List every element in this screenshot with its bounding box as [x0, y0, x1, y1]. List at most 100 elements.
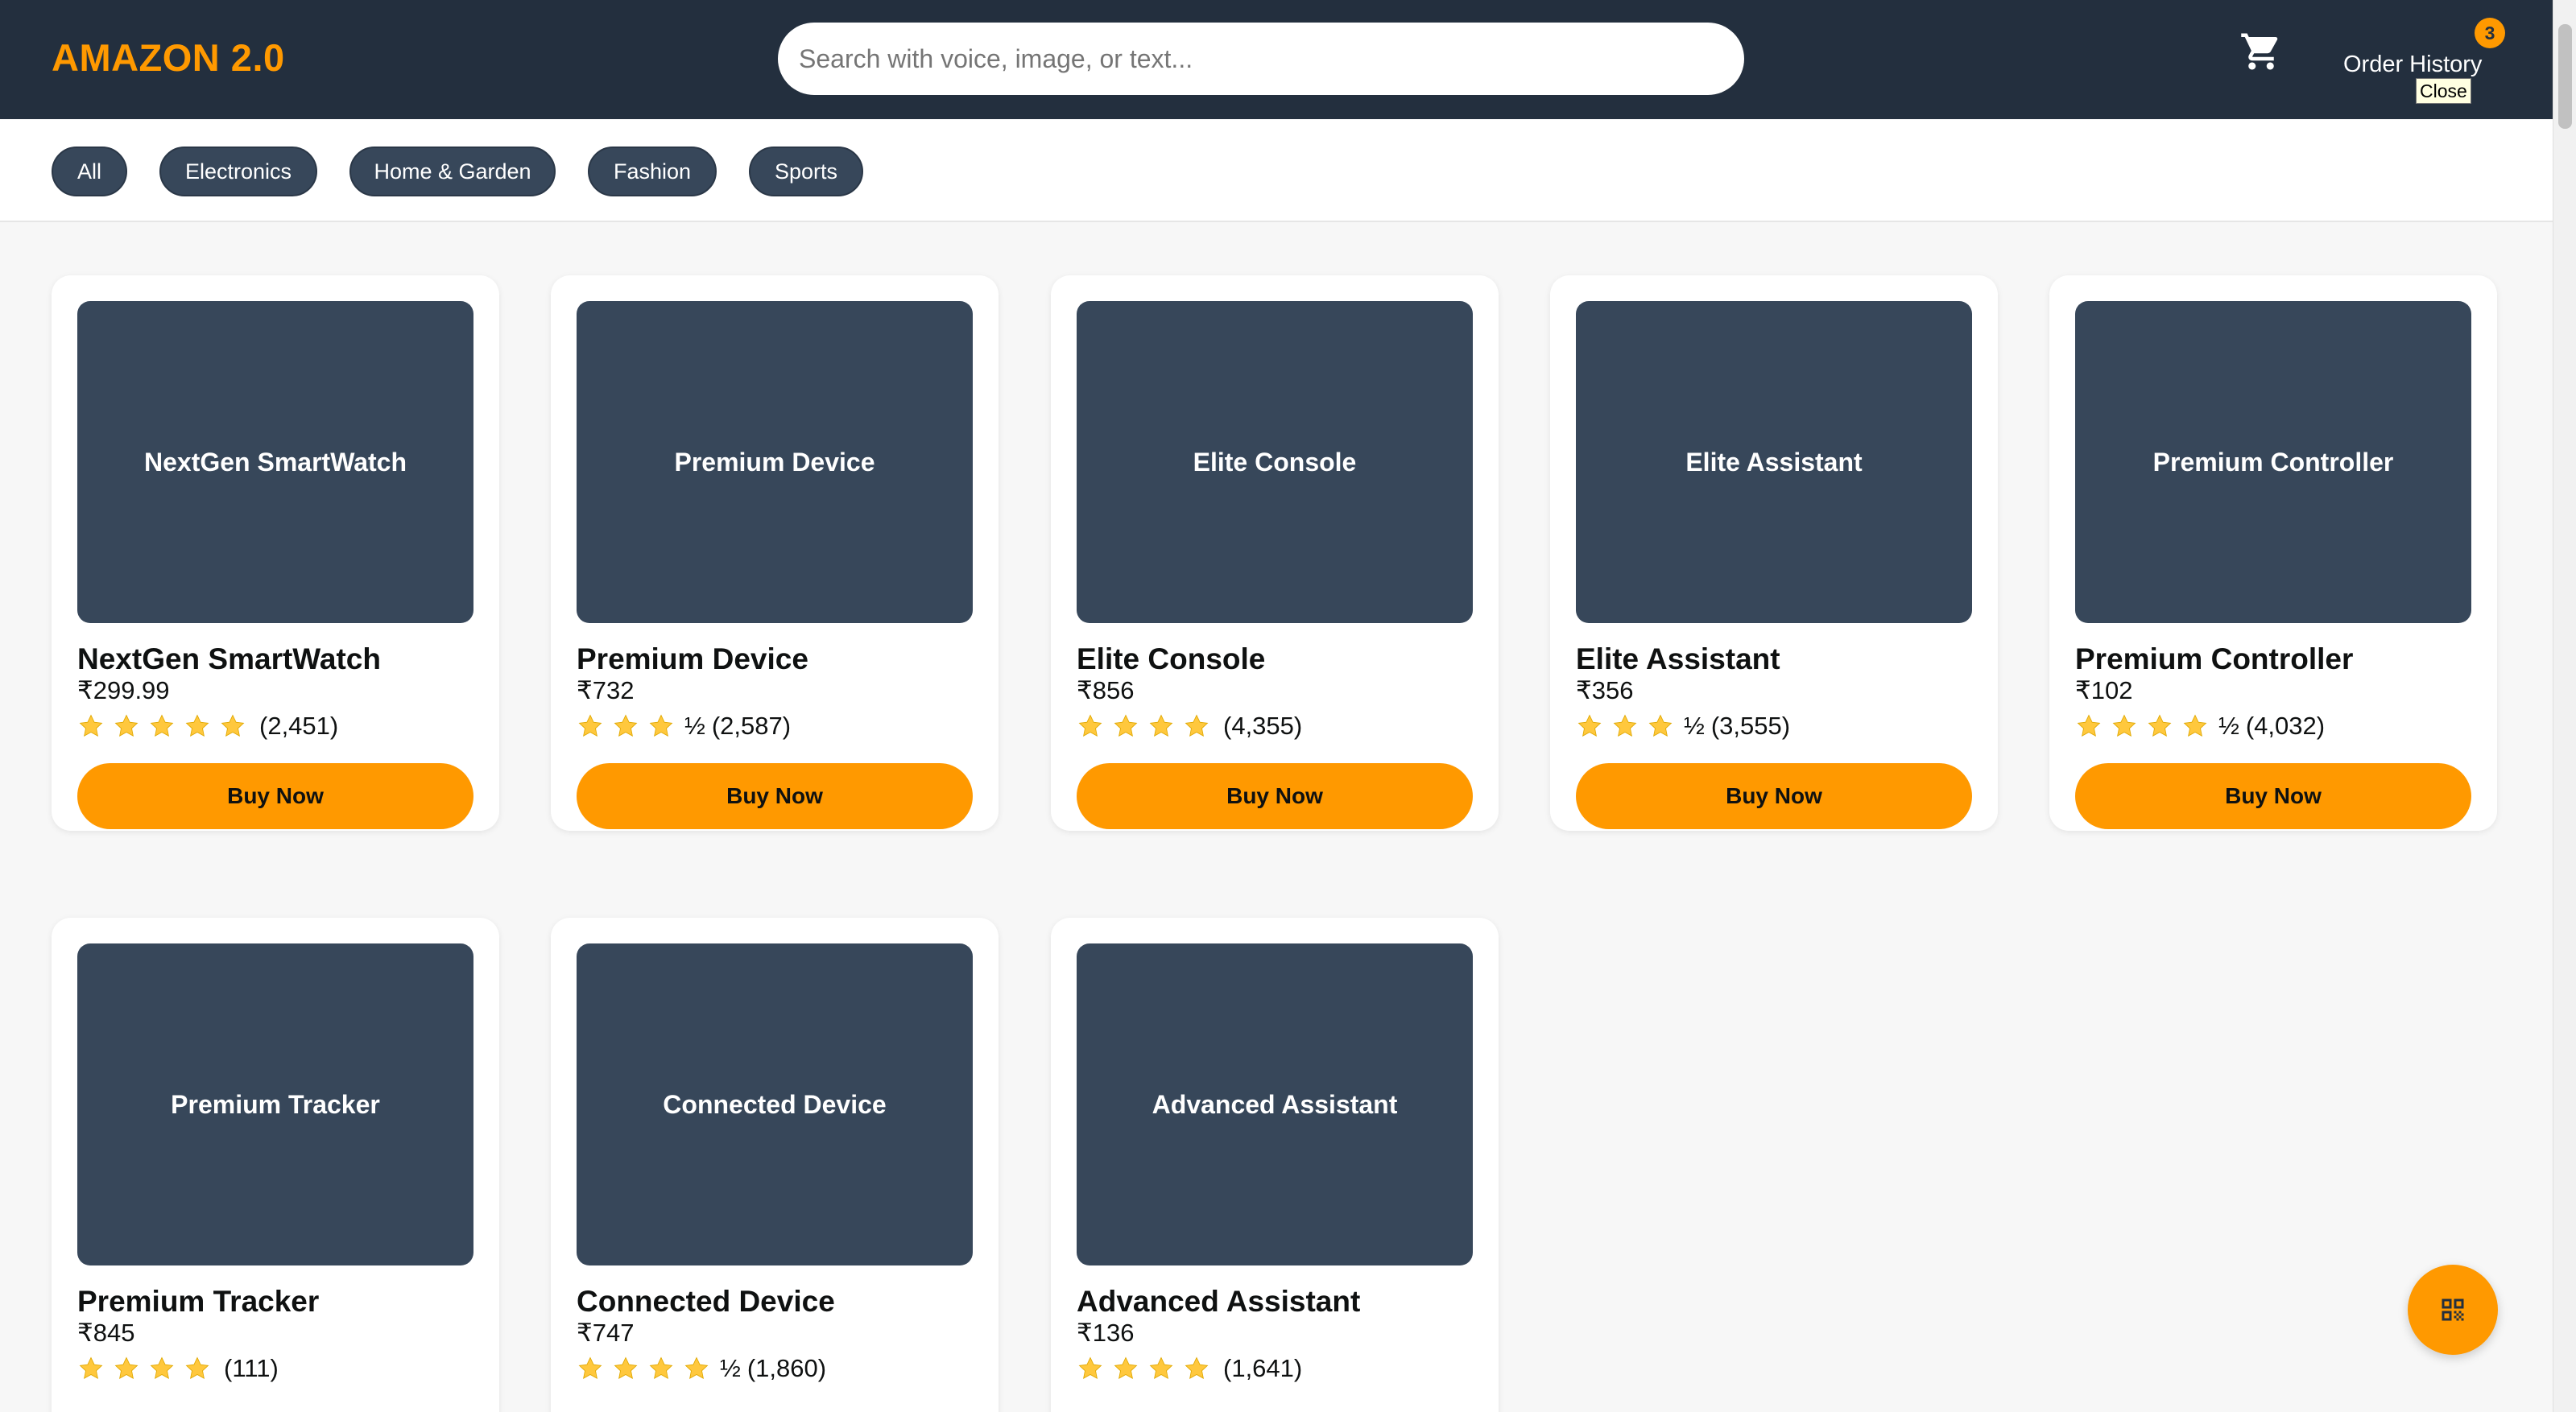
star-icon	[114, 1356, 139, 1380]
category-sports[interactable]: Sports	[749, 147, 863, 196]
cart-button[interactable]	[2237, 27, 2285, 76]
category-home-garden[interactable]: Home & Garden	[349, 147, 556, 196]
product-card[interactable]: Premium Controller Premium Controller ₹102…	[2049, 275, 2497, 831]
star-icon	[1185, 714, 1209, 737]
product-price: ₹299.99	[77, 676, 170, 704]
star-icon	[1648, 714, 1673, 737]
product-price: ₹102	[2075, 676, 2133, 704]
star-icon	[1078, 1356, 1102, 1380]
product-price: ₹356	[1576, 676, 1634, 704]
product-rating: (111)	[77, 1352, 279, 1385]
product-card[interactable]: Connected Device Connected Device ₹747 ½ (1,…	[551, 918, 999, 1412]
product-rating: ½ (4,032)	[2075, 710, 2325, 742]
half-star-glyph: ½	[684, 712, 705, 740]
product-rating: (1,641)	[1077, 1352, 1302, 1385]
star-icon	[1078, 714, 1102, 737]
star-icon	[79, 1356, 103, 1380]
product-card[interactable]: Premium Tracker Premium Tracker ₹845 (111)	[52, 918, 499, 1412]
category-all[interactable]: All	[52, 147, 127, 196]
product-name[interactable]: Elite Assistant	[1576, 642, 1780, 676]
star-icon	[1613, 714, 1637, 737]
product-image[interactable]: Premium Device	[577, 301, 973, 623]
product-image[interactable]: Premium Controller	[2075, 301, 2471, 623]
star-icon	[2183, 714, 2207, 737]
product-card[interactable]: NextGen SmartWatch NextGen SmartWatch ₹299…	[52, 275, 499, 831]
product-rating: (2,451)	[77, 710, 338, 742]
product-name[interactable]: Premium Device	[577, 642, 808, 676]
buy-now-button[interactable]: Buy Now	[2075, 763, 2471, 829]
product-card[interactable]: Premium Device Premium Device ₹732 ½ (2,587)…	[551, 275, 999, 831]
star-icon	[1577, 714, 1602, 737]
star-icon	[150, 1356, 174, 1380]
cart-icon	[2241, 33, 2278, 70]
product-image[interactable]: Connected Device	[577, 943, 973, 1265]
buy-now-button[interactable]: Buy Now	[1576, 763, 1972, 829]
star-icon	[185, 1356, 209, 1380]
review-count: (2,587)	[711, 712, 792, 740]
tooltip: Close	[2416, 78, 2471, 104]
product-rating: ½ (3,555)	[1576, 710, 1790, 742]
half-star-glyph: ½	[2218, 712, 2239, 740]
product-image[interactable]: Elite Assistant	[1576, 301, 1972, 623]
scrollbar-thumb[interactable]	[2558, 24, 2572, 129]
product-card[interactable]: Elite Console Elite Console ₹856 (4,355) Buy…	[1051, 275, 1499, 831]
product-price: ₹747	[577, 1319, 635, 1347]
star-icon	[614, 714, 638, 737]
buy-now-button[interactable]: Buy Now	[577, 763, 973, 829]
product-price: ₹845	[77, 1319, 135, 1347]
product-name[interactable]: NextGen SmartWatch	[77, 642, 381, 676]
product-rating: ½ (1,860)	[577, 1352, 826, 1385]
scrollbar[interactable]	[2553, 0, 2576, 1412]
review-count: (4,032)	[2245, 712, 2326, 740]
star-icon	[649, 714, 673, 737]
product-image[interactable]: Advanced Assistant	[1077, 943, 1473, 1265]
star-icon	[1149, 714, 1173, 737]
product-card[interactable]: Advanced Assistant Advanced Assistant ₹136…	[1051, 918, 1499, 1412]
order-history-link[interactable]: Order History	[2343, 52, 2482, 78]
star-icon	[578, 714, 602, 737]
product-name[interactable]: Premium Controller	[2075, 642, 2353, 676]
product-name[interactable]: Connected Device	[577, 1285, 835, 1319]
star-icon	[649, 1356, 673, 1380]
product-rating: (4,355)	[1077, 710, 1302, 742]
star-icon	[185, 714, 209, 737]
category-fashion[interactable]: Fashion	[588, 147, 717, 196]
buy-now-button[interactable]: Buy Now	[1077, 763, 1473, 829]
star-icon	[2077, 714, 2101, 737]
star-icon	[1149, 1356, 1173, 1380]
star-icon	[2112, 714, 2136, 737]
search-input[interactable]	[778, 23, 1744, 95]
half-star-glyph: ½	[720, 1354, 741, 1382]
star-icon	[614, 1356, 638, 1380]
logo[interactable]: AMAZON 2.0	[52, 35, 285, 80]
page: AMAZON 2.0 Order History 3 Close All Ele…	[0, 0, 2576, 1412]
review-count: (1,860)	[746, 1354, 827, 1382]
category-bar: All Electronics Home & Garden Fashion Sp…	[0, 119, 2553, 222]
review-count: (2,451)	[259, 712, 339, 740]
qr-scan-button[interactable]	[2408, 1265, 2498, 1355]
star-icon	[1114, 714, 1138, 737]
review-count: (3,555)	[1710, 712, 1791, 740]
star-icon	[221, 714, 245, 737]
product-name[interactable]: Premium Tracker	[77, 1285, 319, 1319]
category-electronics[interactable]: Electronics	[159, 147, 317, 196]
product-image[interactable]: NextGen SmartWatch	[77, 301, 473, 623]
cart-count-badge: 3	[2475, 18, 2505, 48]
star-icon	[1114, 1356, 1138, 1380]
star-icon	[114, 714, 139, 737]
half-star-glyph: ½	[1684, 712, 1705, 740]
star-icon	[578, 1356, 602, 1380]
product-name[interactable]: Advanced Assistant	[1077, 1285, 1360, 1319]
top-header: AMAZON 2.0 Order History 3 Close	[0, 0, 2553, 119]
product-rating: ½ (2,587)	[577, 710, 791, 742]
product-name[interactable]: Elite Console	[1077, 642, 1265, 676]
review-count: (4,355)	[1223, 712, 1303, 740]
review-count: (111)	[224, 1354, 279, 1382]
product-card[interactable]: Elite Assistant Elite Assistant ₹356 ½ (3,55…	[1550, 275, 1998, 831]
product-image[interactable]: Premium Tracker	[77, 943, 473, 1265]
product-image[interactable]: Elite Console	[1077, 301, 1473, 623]
buy-now-button[interactable]: Buy Now	[77, 763, 473, 829]
star-icon	[2148, 714, 2172, 737]
star-icon	[684, 1356, 709, 1380]
qr-code-icon	[2442, 1298, 2464, 1321]
